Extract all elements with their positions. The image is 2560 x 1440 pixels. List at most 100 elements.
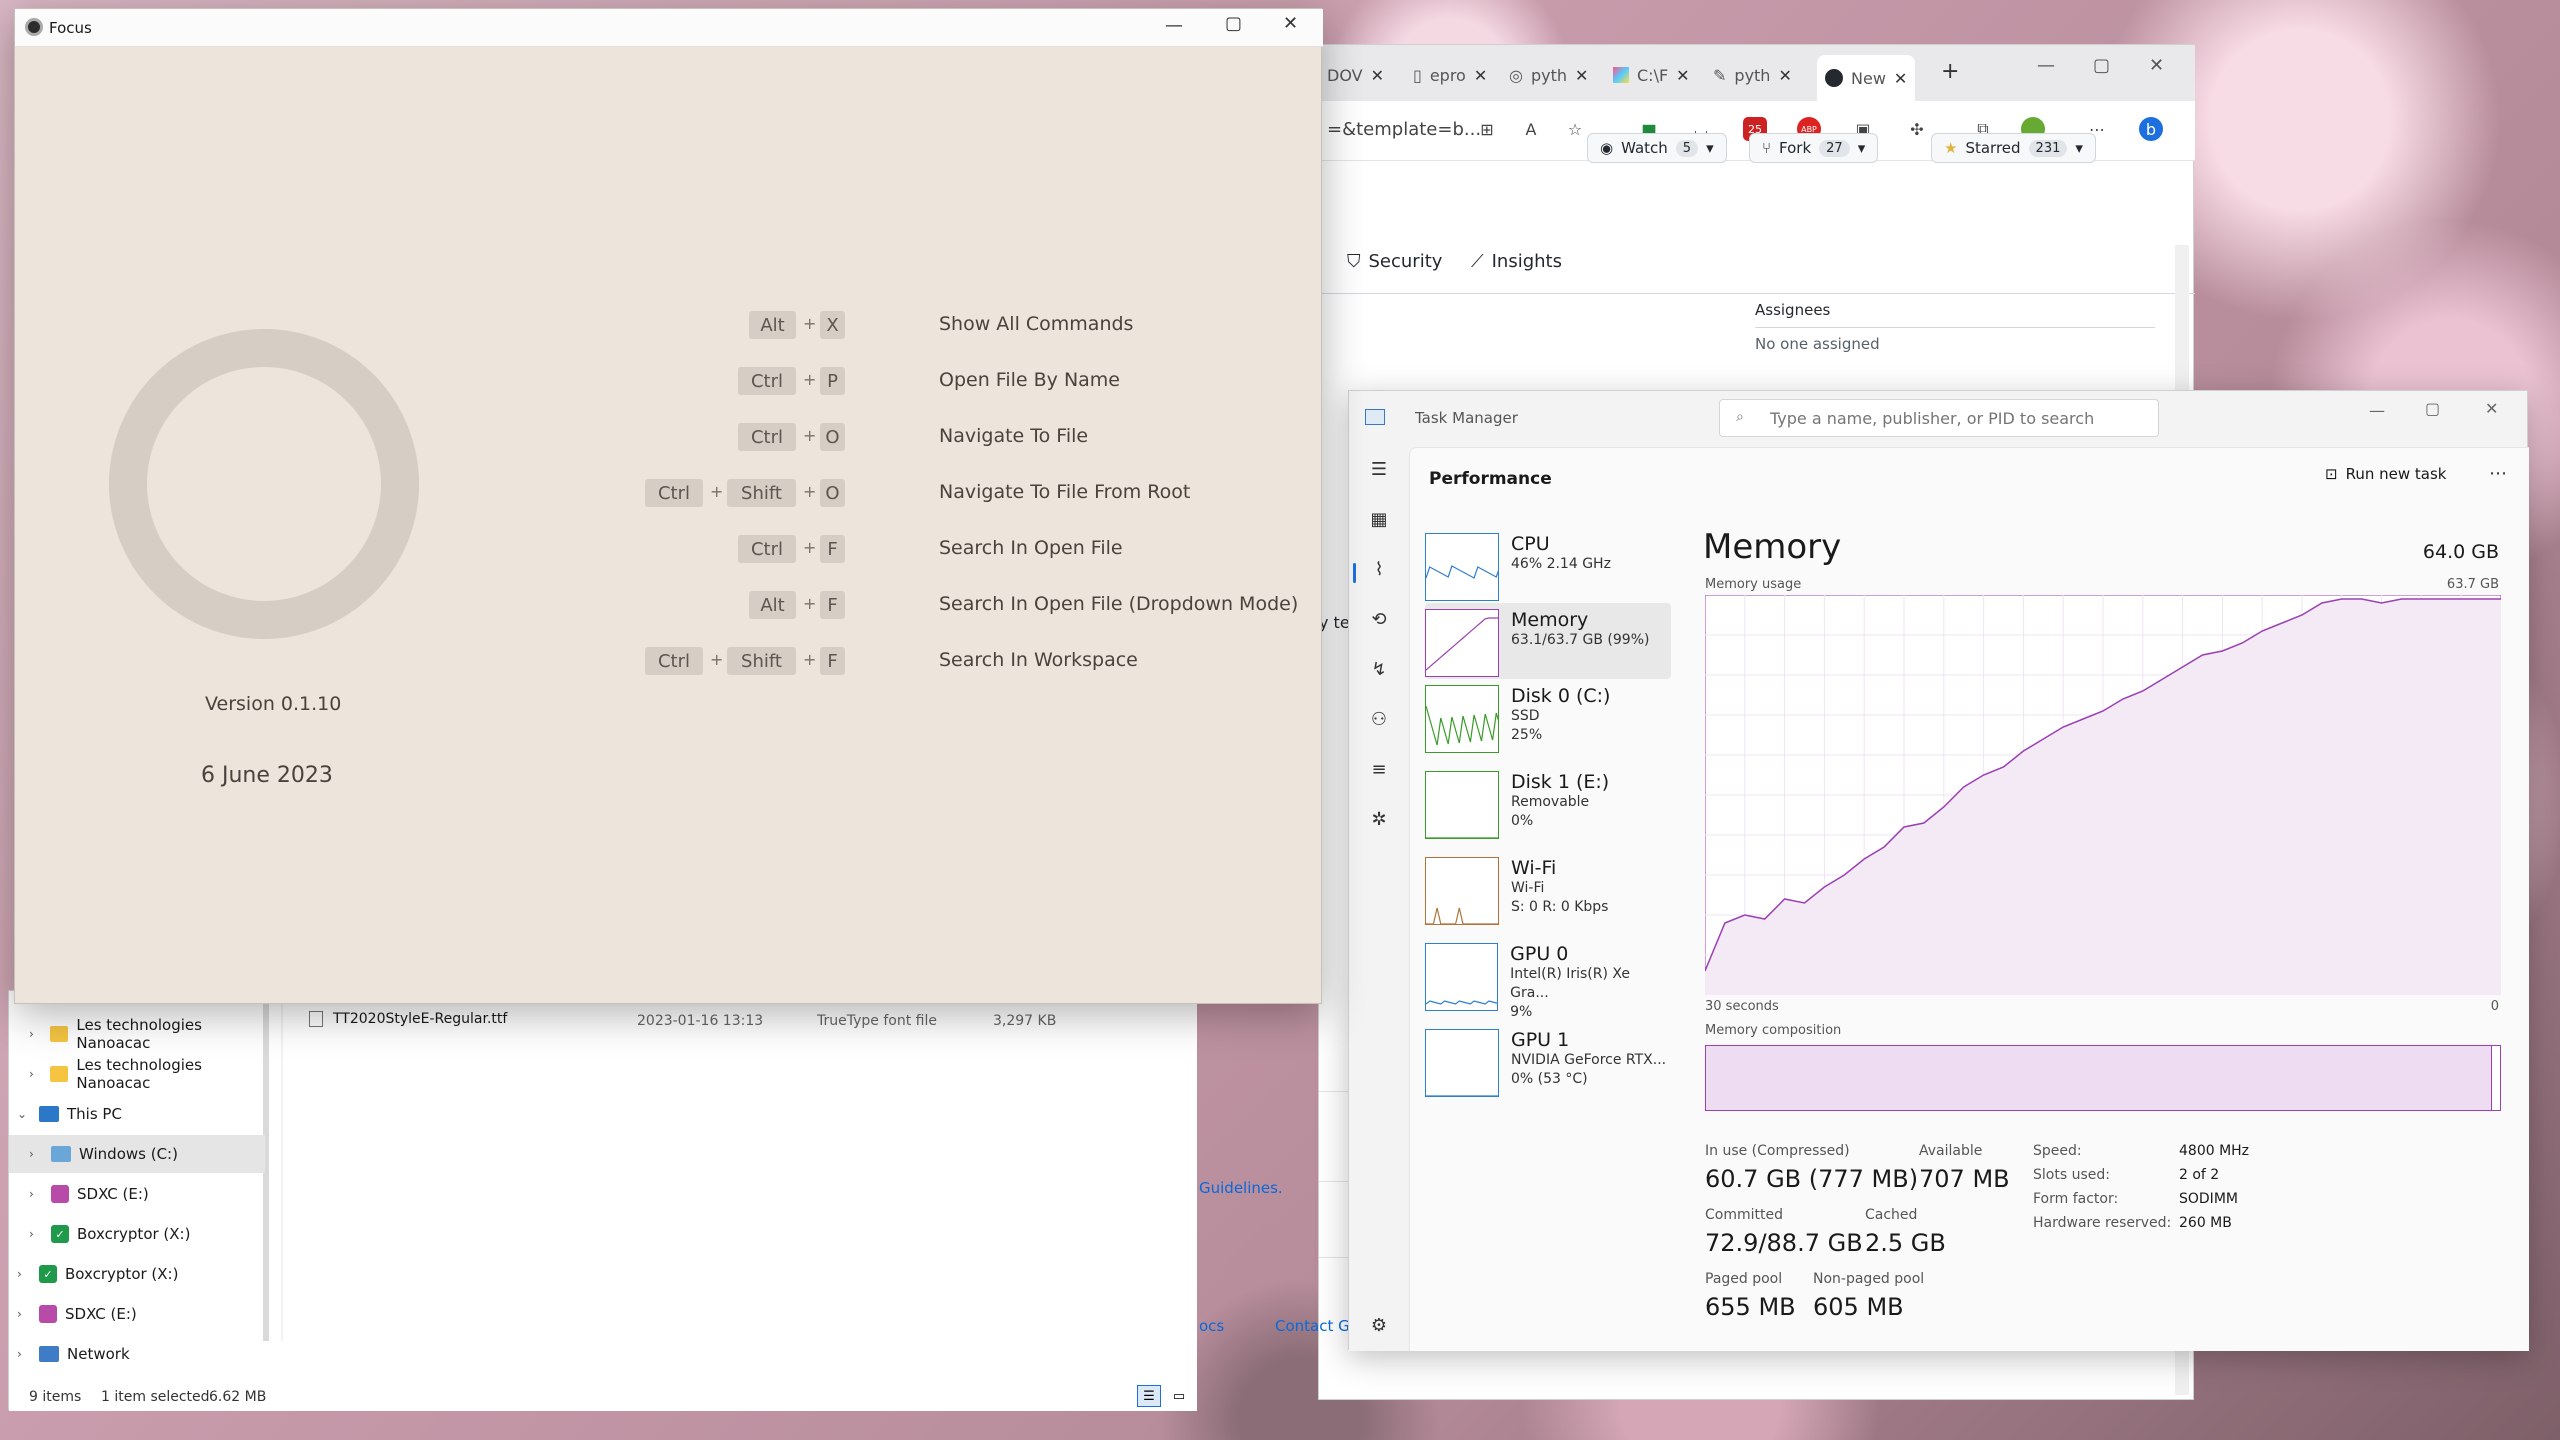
browser-tab[interactable]: C:\F ✕ (1605, 59, 1698, 91)
plus-separator: + (710, 650, 724, 669)
maximize-icon[interactable]: ▢ (2425, 399, 2440, 418)
browser-tab[interactable]: ▯ epro ✕ (1405, 59, 1495, 91)
performance-item-disk-0-c[interactable]: Disk 0 (C:) SSD 25% (1425, 679, 1671, 755)
divider (1755, 327, 2155, 328)
settings-gear-icon[interactable]: ⚙ (1367, 1313, 1391, 1337)
tiles-view-icon[interactable]: ▭ (1167, 1385, 1191, 1407)
close-icon[interactable]: ✕ (1474, 66, 1487, 85)
performance-icon[interactable]: ⌇ (1367, 557, 1391, 581)
more-options-icon[interactable]: ⋯ (2489, 463, 2507, 484)
browser-tab[interactable]: DOV ✕ (1319, 59, 1392, 91)
graph-time-left: 30 seconds (1705, 999, 1779, 1014)
tree-item[interactable]: › Les technologies Nanoacac (9, 1055, 265, 1093)
close-icon[interactable]: ✕ (1371, 66, 1384, 85)
assignees-value: No one assigned (1755, 335, 1880, 353)
apps-icon[interactable]: ⊞ (1475, 117, 1499, 141)
tree-item[interactable]: › SDXC (E:) (9, 1175, 265, 1213)
tree-item[interactable]: › ✓ Boxcryptor (X:) (9, 1215, 265, 1253)
performance-item-disk-1-e[interactable]: Disk 1 (E:) Removable 0% (1425, 765, 1671, 841)
browser-tab-active[interactable]: New ✕ (1817, 55, 1916, 101)
performance-item-gpu-0[interactable]: GPU 0 Intel(R) Iris(R) Xe Gra... 9% (1425, 937, 1671, 1020)
tree-item-label: This PC (67, 1105, 122, 1123)
chevron-right-icon: › (29, 1027, 34, 1041)
favorite-star-icon[interactable]: ☆ (1563, 117, 1587, 141)
committed-label: Committed (1705, 1207, 1783, 1223)
processes-icon[interactable]: ▦ (1367, 507, 1391, 531)
command-label[interactable]: Navigate To File From Root (939, 481, 1190, 503)
close-icon[interactable]: ✕ (1575, 66, 1588, 85)
sd-card-icon (39, 1305, 57, 1323)
command-label[interactable]: Navigate To File (939, 425, 1088, 447)
tree-item[interactable]: › SDXC (E:) (9, 1295, 265, 1333)
performance-item-detail: 63.1/63.7 GB (99%) (1511, 632, 1650, 648)
chevron-right-icon: › (29, 1067, 34, 1081)
command-label[interactable]: Search In Open File (Dropdown Mode) (939, 593, 1298, 615)
close-window-icon[interactable]: ✕ (2149, 55, 2164, 76)
close-icon[interactable]: ✕ (1676, 66, 1689, 85)
watch-button[interactable]: ◉ Watch 5 ▾ (1587, 133, 1727, 163)
extensions-puzzle-icon[interactable]: ✣ (1905, 117, 1929, 141)
fork-button[interactable]: ⑂ Fork 27 ▾ (1749, 133, 1879, 163)
maximize-icon[interactable]: ▢ (2093, 55, 2110, 76)
docs-link[interactable]: ocs (1199, 1317, 1224, 1335)
hamburger-menu-icon[interactable]: ☰ (1367, 457, 1391, 481)
browser-tab[interactable]: ✎ pyth ✕ (1705, 59, 1800, 91)
performance-item-wi-fi[interactable]: Wi-Fi Wi-Fi S: 0 R: 0 Kbps (1425, 851, 1671, 927)
tree-item-network[interactable]: › Network (9, 1335, 265, 1373)
command-label[interactable]: Open File By Name (939, 369, 1120, 391)
services-icon[interactable]: ✲ (1367, 807, 1391, 831)
performance-item-gpu-1[interactable]: GPU 1 NVIDIA GeForce RTX... 0% (53 °C) (1425, 1023, 1671, 1099)
command-label[interactable]: Show All Commands (939, 313, 1133, 335)
performance-item-cpu[interactable]: CPU 46% 2.14 GHz (1425, 527, 1671, 603)
command-label[interactable]: Search In Open File (939, 537, 1123, 559)
nav-security[interactable]: ⛉ Security (1347, 251, 1442, 272)
close-icon[interactable]: ✕ (1894, 69, 1907, 88)
search-input[interactable] (1770, 406, 2150, 430)
divider (281, 991, 283, 1341)
tab-label: pyth (1530, 65, 1568, 85)
startup-apps-icon[interactable]: ↯ (1367, 657, 1391, 681)
maximize-icon[interactable]: ▢ (1225, 13, 1242, 34)
search-box[interactable]: ⌕ (1719, 399, 2159, 437)
run-new-task-button[interactable]: ⊡ Run new task (2325, 465, 2446, 483)
in-use-value: 60.7 GB (777 MB) (1705, 1165, 1919, 1193)
key-chip: X (820, 311, 845, 339)
bing-icon[interactable]: b (2139, 117, 2163, 141)
tree-item-windows-c[interactable]: › Windows (C:) (9, 1135, 265, 1173)
minimize-icon[interactable]: — (2369, 401, 2385, 420)
shield-icon: ⛉ (1347, 251, 1361, 272)
cached-value: 2.5 GB (1865, 1229, 1946, 1257)
file-explorer-window: › Les technologies Nanoacac › Les technolo… (8, 990, 1197, 1411)
command-label[interactable]: Search In Workspace (939, 649, 1138, 671)
document-icon: ▯ (1413, 65, 1422, 85)
spec-value: SODIMM (2179, 1191, 2238, 1207)
chevron-right-icon: › (17, 1267, 22, 1281)
minimize-icon[interactable]: — (1165, 15, 1183, 36)
memory-composition-label: Memory composition (1705, 1023, 1842, 1038)
guidelines-link[interactable]: Guidelines. (1199, 1179, 1283, 1197)
tree-item[interactable]: › Les technologies Nanoacac (9, 1015, 265, 1053)
key-chip: F (820, 535, 845, 563)
performance-item-memory[interactable]: Memory 63.1/63.7 GB (99%) (1425, 603, 1671, 679)
users-icon[interactable]: ⚇ (1367, 707, 1391, 731)
close-window-icon[interactable]: ✕ (2485, 399, 2498, 418)
details-view-icon[interactable]: ☰ (1137, 1385, 1161, 1407)
key-chip: O (820, 423, 845, 451)
address-bar[interactable]: =&template=b... (1327, 119, 1481, 140)
browser-tab[interactable]: ◎ pyth ✕ (1501, 59, 1596, 91)
read-aloud-icon[interactable]: A (1519, 117, 1543, 141)
tree-item-label: Les technologies Nanoacac (76, 1016, 202, 1052)
tree-item[interactable]: › ✓ Boxcryptor (X:) (9, 1255, 265, 1293)
starred-button[interactable]: ★ Starred 231 ▾ (1931, 133, 2096, 163)
app-history-icon[interactable]: ⟲ (1367, 607, 1391, 631)
file-row[interactable]: TT2020StyleE-Regular.ttf (309, 1011, 507, 1027)
new-tab-icon[interactable]: + (1941, 59, 1959, 84)
tree-item-this-pc[interactable]: ⌄ This PC (9, 1095, 265, 1133)
nav-insights[interactable]: ⟋ Insights (1471, 251, 1562, 272)
details-list-icon[interactable]: ≡ (1367, 757, 1391, 781)
boxcryptor-icon: ✓ (51, 1225, 69, 1243)
minimize-icon[interactable]: — (2037, 55, 2055, 76)
close-icon[interactable]: ✕ (1778, 66, 1791, 85)
close-window-icon[interactable]: ✕ (1283, 13, 1298, 34)
sparkline-line (1426, 565, 1498, 579)
